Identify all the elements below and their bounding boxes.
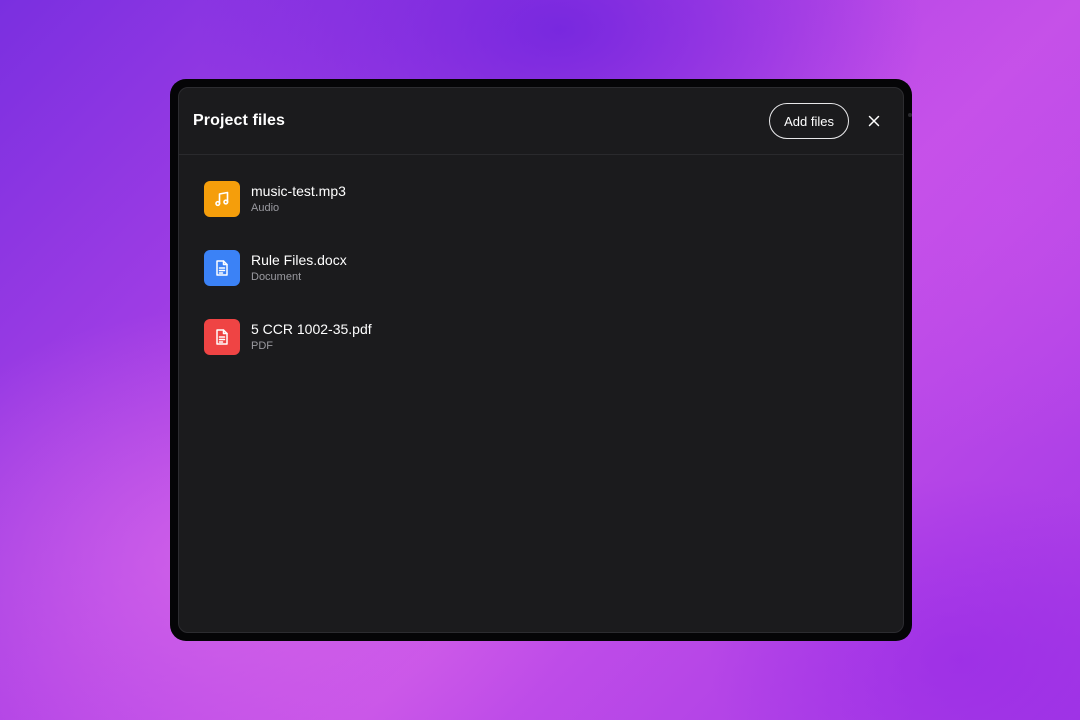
close-button[interactable] bbox=[859, 106, 889, 136]
add-files-button[interactable]: Add files bbox=[769, 103, 849, 139]
device-frame: Project files Add files music-test.mp3 A… bbox=[170, 79, 912, 641]
dialog-header: Project files Add files bbox=[179, 88, 903, 155]
audio-file-badge bbox=[204, 180, 240, 217]
dialog-title: Project files bbox=[193, 112, 286, 129]
file-text: Rule Files.docx Document bbox=[251, 251, 347, 285]
file-type: PDF bbox=[251, 339, 273, 352]
file-list: music-test.mp3 Audio Rule Files.docx Doc… bbox=[179, 155, 903, 355]
camera-dot bbox=[908, 113, 912, 117]
document-icon bbox=[216, 328, 228, 345]
document-file-badge bbox=[204, 249, 240, 286]
file-name: music-test.mp3 bbox=[251, 182, 346, 199]
file-text: music-test.mp3 Audio bbox=[251, 182, 346, 216]
file-type: Audio bbox=[251, 201, 280, 214]
file-name: 5 CCR 1002-35.pdf bbox=[251, 320, 372, 337]
file-type: Document bbox=[251, 270, 302, 283]
header-actions: Add files bbox=[769, 103, 889, 139]
file-item-music-test[interactable]: music-test.mp3 Audio bbox=[204, 180, 903, 217]
music-note-icon bbox=[215, 191, 229, 206]
file-text: 5 CCR 1002-35.pdf PDF bbox=[251, 320, 372, 354]
project-files-dialog: Project files Add files music-test.mp3 A… bbox=[178, 87, 904, 633]
close-icon bbox=[868, 115, 880, 127]
pdf-file-badge bbox=[204, 318, 240, 355]
file-item-5-ccr-pdf[interactable]: 5 CCR 1002-35.pdf PDF bbox=[204, 318, 903, 355]
file-item-rule-files[interactable]: Rule Files.docx Document bbox=[204, 249, 903, 286]
document-icon bbox=[216, 259, 228, 276]
file-name: Rule Files.docx bbox=[251, 251, 347, 268]
